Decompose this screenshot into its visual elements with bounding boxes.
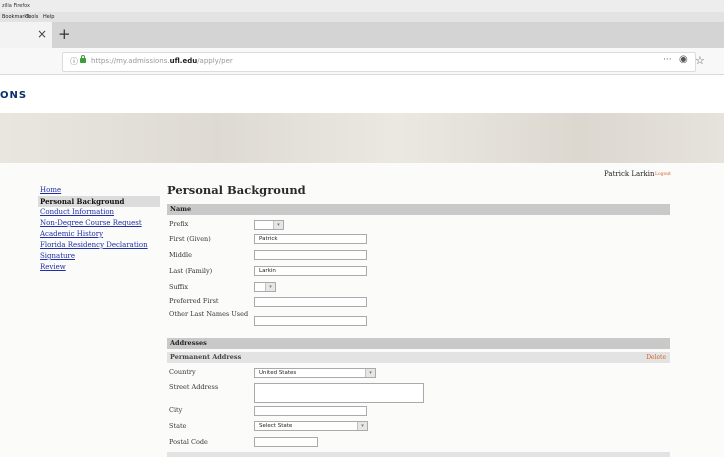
lock-icon[interactable] [80, 55, 86, 63]
delete-address-link[interactable]: Delete [646, 352, 666, 363]
suffix-label: Suffix [169, 283, 189, 291]
logout-link[interactable]: Logout [655, 172, 671, 177]
postal-code-label: Postal Code [169, 438, 208, 446]
city-field[interactable] [254, 406, 367, 416]
city-label: City [169, 406, 183, 414]
middle-name-field[interactable] [254, 250, 367, 260]
close-icon[interactable]: × [37, 27, 47, 41]
menu-bar: Bookmarks Tools Help [0, 12, 724, 22]
nav-item-personal-background[interactable]: Personal Background [38, 196, 160, 207]
permanent-address-header: Permanent Address Delete [167, 352, 670, 363]
user-name: Patrick Larkin [604, 170, 655, 178]
nav-item-non-degree-course-request[interactable]: Non-Degree Course Request [38, 218, 160, 229]
country-label: Country [169, 368, 196, 376]
main-content: Patrick Larkin Logout Home Personal Back… [0, 163, 724, 457]
navigation-toolbar: ⓘ https://my.admissions.ufl.edu/apply/pe… [0, 48, 724, 75]
nav-item-florida-residency[interactable]: Florida Residency Declaration [38, 240, 160, 251]
country-select[interactable]: United States ▾ [254, 368, 376, 378]
info-icon[interactable]: ⓘ [70, 56, 78, 67]
other-last-names-field[interactable] [254, 316, 367, 326]
street-address-field[interactable] [254, 383, 424, 403]
menu-help[interactable]: Help [43, 14, 54, 20]
addresses-section-header: Addresses [167, 338, 670, 349]
permanent-address-title: Permanent Address [170, 353, 242, 361]
chevron-down-icon: ▾ [365, 369, 375, 377]
nav-item-home[interactable]: Home [38, 185, 160, 196]
chevron-down-icon: ▾ [357, 422, 367, 430]
window-titlebar: zilla Firefox [0, 0, 724, 12]
banner-image [0, 113, 724, 163]
postal-code-field[interactable] [254, 437, 318, 447]
site-title: ONS [0, 90, 28, 101]
mailing-address-header [167, 452, 670, 457]
page-title: Personal Background [167, 183, 306, 197]
tab-bar: × + [0, 22, 724, 48]
sidebar-nav: Home Personal Background Conduct Informa… [38, 185, 160, 273]
preferred-first-field[interactable] [254, 297, 367, 307]
other-last-names-label: Other Last Names Used [169, 310, 249, 318]
prefix-label: Prefix [169, 220, 189, 228]
window-title: zilla Firefox [2, 3, 30, 9]
middle-name-label: Middle [169, 251, 192, 259]
street-address-label: Street Address [169, 383, 219, 391]
suffix-select[interactable]: ▾ [254, 282, 276, 292]
last-name-label: Last (Family) [169, 267, 213, 275]
new-tab-button[interactable]: + [58, 25, 71, 43]
nav-item-academic-history[interactable]: Academic History [38, 229, 160, 240]
pocket-icon[interactable]: ◉ [679, 54, 688, 65]
browser-tab[interactable]: × [0, 22, 52, 48]
last-name-field[interactable]: Larkin [254, 266, 367, 276]
chevron-down-icon: ▾ [273, 221, 283, 229]
page-actions-icon[interactable]: ··· [663, 55, 672, 65]
first-name-label: First (Given) [169, 235, 211, 243]
state-label: State [169, 422, 187, 430]
preferred-first-label: Preferred First [169, 297, 219, 305]
menu-tools[interactable]: Tools [26, 14, 38, 20]
url-text[interactable]: https://my.admissions.ufl.edu/apply/per [91, 57, 233, 65]
site-header: ONS [0, 75, 724, 113]
nav-item-review[interactable]: Review [38, 262, 160, 273]
nav-item-signature[interactable]: Signature [38, 251, 160, 262]
name-section-header: Name [167, 204, 670, 215]
bookmark-star-icon[interactable]: ☆ [695, 54, 705, 67]
prefix-select[interactable]: ▾ [254, 220, 284, 230]
url-field[interactable]: ⓘ https://my.admissions.ufl.edu/apply/pe… [62, 52, 705, 72]
nav-item-conduct-information[interactable]: Conduct Information [38, 207, 160, 218]
state-select[interactable]: Select State ▾ [254, 421, 368, 431]
chevron-down-icon: ▾ [265, 283, 275, 291]
first-name-field[interactable]: Patrick [254, 234, 367, 244]
